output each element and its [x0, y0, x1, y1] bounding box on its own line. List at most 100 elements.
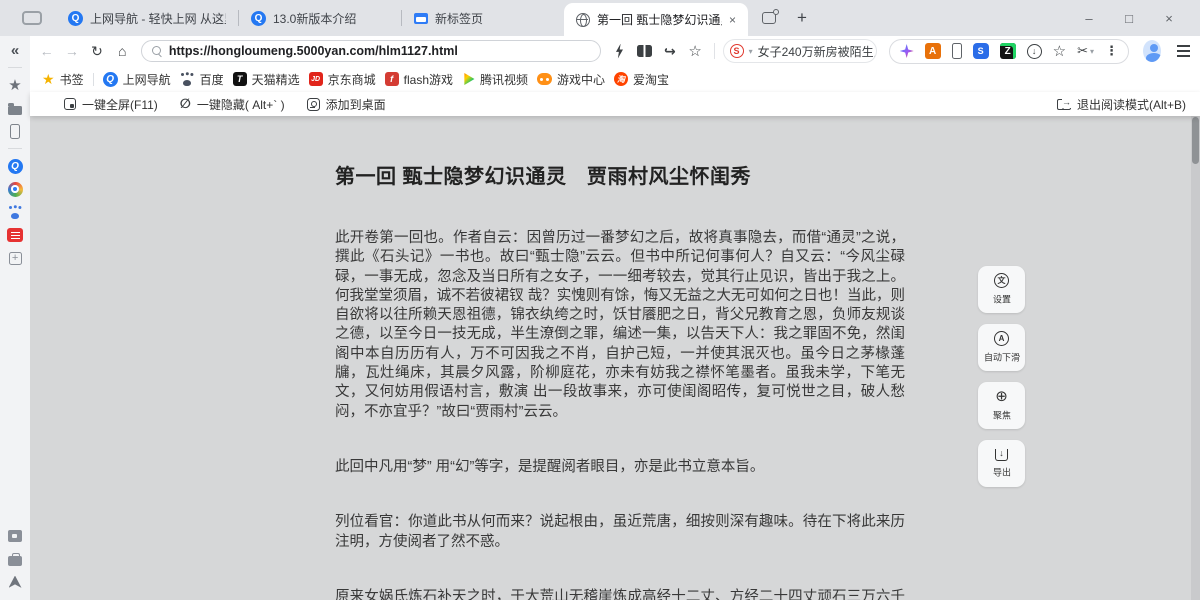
taobao-icon: 淘 — [614, 72, 628, 86]
new-tab-button[interactable]: + — [790, 8, 814, 28]
back-icon[interactable]: ← — [36, 39, 57, 63]
forward-icon[interactable]: → — [61, 39, 82, 63]
play-icon — [462, 73, 475, 86]
add-to-desktop-button[interactable]: 添加到桌面 — [307, 96, 386, 113]
folder-icon[interactable] — [7, 100, 23, 116]
bookmark-item-tmall[interactable]: T天猫精选 — [233, 71, 300, 88]
user-avatar[interactable] — [1143, 40, 1161, 62]
chevron-down-icon: ▾ — [749, 47, 753, 56]
scrollbar[interactable] — [1191, 116, 1200, 600]
tab-active-article[interactable]: 第一回 甄士隐梦幻识通灵 贾 × — [564, 3, 748, 36]
news-ticker-text: 女子240万新房被陌生人挂 — [758, 43, 877, 60]
bookmarks-label[interactable]: ★书签 — [42, 71, 84, 88]
qq-icon: Q — [103, 72, 118, 87]
bookmark-item-taobao[interactable]: 淘爱淘宝 — [614, 71, 669, 88]
eye-off-icon: ∅ — [180, 96, 191, 112]
auto-scroll-button[interactable]: A 自动下滑 — [978, 324, 1025, 371]
bookmark-star-icon[interactable]: ☆ — [685, 39, 706, 63]
export-icon: ↓ — [995, 449, 1008, 461]
settings-button[interactable]: 文 设置 — [978, 266, 1025, 313]
reload-icon[interactable]: ↻ — [86, 39, 107, 63]
scrollbar-thumb[interactable] — [1192, 117, 1199, 164]
jd-icon: JD — [309, 72, 323, 86]
tab-nav-home[interactable]: Q 上网导航 - 轻快上网 从这里开始 — [56, 0, 238, 36]
minimize-button[interactable]: – — [1076, 11, 1102, 26]
focus-button[interactable]: ⊕ 聚焦 — [978, 382, 1025, 429]
rail-divider — [8, 67, 22, 68]
toolbox-icon[interactable] — [7, 551, 23, 567]
article: 第一回 甄士隐梦幻识通灵 贾雨村风尘怀闺秀 此开卷第一回也。作者自云：因曾历过一… — [335, 160, 905, 600]
bookmark-item-flash[interactable]: fflash游戏 — [385, 71, 453, 88]
maximize-button[interactable]: □ — [1116, 11, 1142, 26]
globe-icon — [576, 13, 590, 27]
rail-divider — [8, 148, 22, 149]
sogou-icon: S — [730, 44, 744, 58]
ai-sparkle-icon[interactable] — [900, 44, 914, 58]
extension-z-icon[interactable]: Z — [1000, 43, 1016, 59]
url-text[interactable]: https://hongloumeng.5000yan.com/hlm1127.… — [169, 44, 458, 58]
bookmark-item-game-center[interactable]: 游戏中心 — [537, 71, 605, 88]
bookmark-item-jd[interactable]: JD京东商城 — [309, 71, 376, 88]
star-icon: ★ — [42, 71, 55, 88]
baidu-paw-icon — [180, 73, 195, 86]
tab-title: 13.0新版本介绍 — [273, 10, 356, 27]
exit-reading-mode-button[interactable]: 退出阅读模式(Alt+B) — [1057, 96, 1186, 113]
phone-sync-icon[interactable] — [7, 123, 23, 139]
bookmark-item-tencent-video[interactable]: 腾讯视频 — [462, 71, 528, 88]
fullscreen-button[interactable]: 一键全屏(F11) — [64, 96, 158, 113]
reading-content-area: 第一回 甄士隐梦幻识通灵 贾雨村风尘怀闺秀 此开卷第一回也。作者自云：因曾历过一… — [30, 116, 1200, 600]
tab-group-icon[interactable] — [762, 12, 776, 24]
baidu-paw-icon[interactable] — [7, 204, 23, 220]
close-button[interactable]: × — [1156, 11, 1182, 26]
bookmark-item-daohang[interactable]: Q上网导航 — [103, 71, 171, 88]
browser-window: Q 上网导航 - 轻快上网 从这里开始 Q 13.0新版本介绍 新标签页 第一回… — [0, 0, 1200, 600]
browser-hub-icon[interactable] — [7, 181, 23, 197]
fullscreen-icon — [64, 98, 76, 110]
gamepad-icon — [537, 73, 552, 85]
phone-extension-icon[interactable] — [952, 43, 962, 59]
extension-a-icon[interactable]: A — [925, 43, 941, 59]
toolbar-divider — [714, 43, 715, 59]
focus-icon: ⊕ — [995, 389, 1008, 404]
extension-s-icon[interactable]: S — [973, 43, 989, 59]
desktop-icon — [307, 98, 320, 111]
navigation-toolbar: ← → ↻ ⌂ https://hongloumeng.5000yan.com/… — [30, 36, 1200, 66]
window-controls: – □ × — [1076, 11, 1200, 26]
home-icon[interactable]: ⌂ — [112, 39, 133, 63]
collapse-sidebar-icon[interactable]: « — [7, 42, 23, 58]
side-rail: « ★ Q + — [0, 36, 30, 600]
tab-title: 上网导航 - 轻快上网 从这里开始 — [90, 10, 226, 27]
screenshot-scissors-icon[interactable]: ✂▾ — [1077, 43, 1094, 59]
reading-mode-icon[interactable] — [634, 39, 655, 63]
tab-close-icon[interactable]: × — [729, 13, 736, 27]
tab-list-icon[interactable] — [22, 11, 42, 25]
bookmark-item-baidu[interactable]: 百度 — [180, 71, 224, 88]
article-paragraph: 此开卷第一回也。作者自云：因曾历过一番梦幻之后，故将真事隐去，而借“通灵”之说，… — [335, 229, 905, 422]
red-app-icon[interactable] — [7, 227, 23, 243]
article-paragraph: 列位看官：你道此书从何而来？说起根由，虽近荒唐，细按则深有趣味。待在下将此来历注… — [335, 513, 905, 552]
tab-new-tab-page[interactable]: 新标签页 — [402, 0, 564, 36]
media-icon[interactable] — [7, 528, 23, 544]
tab-version-intro[interactable]: Q 13.0新版本介绍 — [239, 0, 401, 36]
favorites-star-icon[interactable]: ☆ — [1053, 42, 1066, 60]
hide-button[interactable]: ∅一键隐藏( Alt+` ) — [180, 96, 285, 113]
share-icon[interactable]: ↪ — [659, 39, 680, 63]
main-menu-icon[interactable] — [1177, 45, 1190, 57]
export-button[interactable]: ↓ 导出 — [978, 440, 1025, 487]
qq-app-icon[interactable]: Q — [7, 158, 23, 174]
accelerator-icon[interactable] — [609, 39, 630, 63]
bookmarks-bar: ★书签 Q上网导航 百度 T天猫精选 JD京东商城 fflash游戏 腾讯视频 … — [30, 66, 1200, 92]
news-ticker[interactable]: S ▾ 女子240万新房被陌生人挂 — [723, 39, 877, 63]
bookmarks-panel-icon[interactable]: ★ — [7, 77, 23, 93]
download-icon[interactable]: ↓ — [1027, 44, 1042, 59]
reading-tools: 文 设置 A 自动下滑 ⊕ 聚焦 ↓ 导出 — [978, 266, 1025, 487]
auto-scroll-icon: A — [994, 331, 1009, 346]
new-tab-page-icon — [414, 13, 428, 24]
more-menu-icon[interactable]: ⋮ — [1105, 43, 1118, 59]
page-title: 第一回 甄士隐梦幻识通灵 贾雨村风尘怀闺秀 — [335, 160, 905, 189]
bookmarks-divider — [93, 73, 94, 86]
address-bar[interactable]: https://hongloumeng.5000yan.com/hlm1127.… — [141, 40, 601, 62]
qq-browser-icon: Q — [68, 11, 83, 26]
add-app-icon[interactable]: + — [7, 250, 23, 266]
paper-plane-icon[interactable] — [7, 574, 23, 590]
